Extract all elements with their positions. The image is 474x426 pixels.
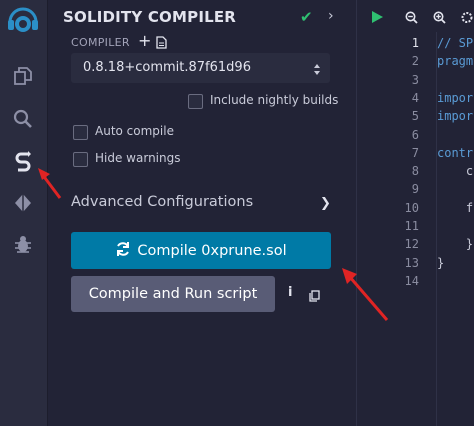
play-icon[interactable]	[371, 9, 384, 28]
line-number: 3	[411, 72, 419, 87]
gear-icon[interactable]	[461, 9, 473, 28]
line-number-gutter: 1 2 3 4 5 6 7 8 9 10 11 12 13 14	[357, 32, 435, 426]
line-number: 7	[411, 145, 419, 160]
select-arrows-icon	[313, 61, 321, 80]
solidity-compiler-icon[interactable]	[9, 147, 37, 175]
editor-toolbar	[357, 0, 474, 32]
nightly-builds-label: Include nightly builds	[210, 93, 339, 107]
info-icon[interactable]: i	[288, 285, 292, 300]
hide-warnings-label: Hide warnings	[95, 151, 181, 165]
code-line: f	[437, 200, 474, 215]
line-number: 2	[411, 54, 419, 69]
nightly-builds-checkbox[interactable]	[188, 94, 203, 109]
remix-logo-icon[interactable]	[4, 0, 42, 40]
code-line: c	[437, 164, 474, 179]
search-icon[interactable]	[9, 105, 37, 133]
code-editor: 1 2 3 4 5 6 7 8 9 10 11 12 13 14 // SP pragm impor impor…	[356, 0, 474, 426]
auto-compile-label: Auto compile	[95, 124, 174, 138]
code-line: impor	[437, 109, 474, 124]
code-line: contr	[437, 145, 474, 160]
file-explorer-icon[interactable]	[9, 62, 37, 90]
documentation-icon[interactable]	[156, 34, 167, 53]
panel-title: SOLIDITY COMPILER	[63, 8, 237, 26]
line-number: 12	[404, 237, 419, 252]
line-number: 14	[404, 273, 419, 288]
icon-sidebar	[0, 0, 48, 426]
zoom-out-icon[interactable]	[405, 9, 418, 28]
add-compiler-icon[interactable]: +	[138, 31, 151, 50]
code-line: // SP	[437, 36, 474, 50]
line-number: 6	[411, 127, 419, 142]
compiler-version-value: 0.8.18+commit.87f61d96	[83, 60, 251, 75]
chevron-right-icon[interactable]: ❯	[320, 196, 331, 211]
zoom-in-icon[interactable]	[433, 9, 446, 28]
code-line: }	[437, 255, 445, 270]
line-number: 9	[411, 182, 419, 197]
compiler-panel: SOLIDITY COMPILER ✔ › COMPILER + 0.8.18+…	[48, 0, 355, 426]
code-content[interactable]: // SP pragm impor impor contr c f }}	[436, 32, 474, 426]
code-line: pragm	[437, 54, 474, 69]
compile-button[interactable]: Compile 0xprune.sol	[71, 232, 331, 269]
advanced-configurations-toggle[interactable]: Advanced Configurations	[71, 194, 253, 210]
compile-button-label: Compile 0xprune.sol	[137, 242, 287, 259]
code-line: }	[437, 237, 474, 252]
line-number: 11	[404, 219, 419, 233]
hide-warnings-checkbox[interactable]	[73, 152, 88, 167]
line-number: 8	[411, 164, 419, 179]
deploy-run-icon[interactable]	[9, 189, 37, 217]
copy-icon[interactable]	[309, 287, 320, 306]
auto-compile-checkbox[interactable]	[73, 125, 88, 140]
refresh-icon	[115, 241, 131, 261]
compiler-label: COMPILER	[71, 36, 130, 49]
line-number: 4	[411, 90, 419, 105]
line-number: 1	[411, 36, 419, 50]
chevron-right-icon[interactable]: ›	[328, 8, 334, 24]
check-icon: ✔	[300, 8, 313, 26]
compile-run-script-button[interactable]: Compile and Run script	[71, 276, 275, 312]
code-line: impor	[437, 90, 474, 105]
line-number: 13	[404, 255, 419, 270]
debugger-icon[interactable]	[9, 230, 37, 258]
compiler-version-select[interactable]: 0.8.18+commit.87f61d96	[71, 53, 330, 83]
line-number: 10	[404, 200, 419, 215]
line-number: 5	[411, 109, 419, 124]
